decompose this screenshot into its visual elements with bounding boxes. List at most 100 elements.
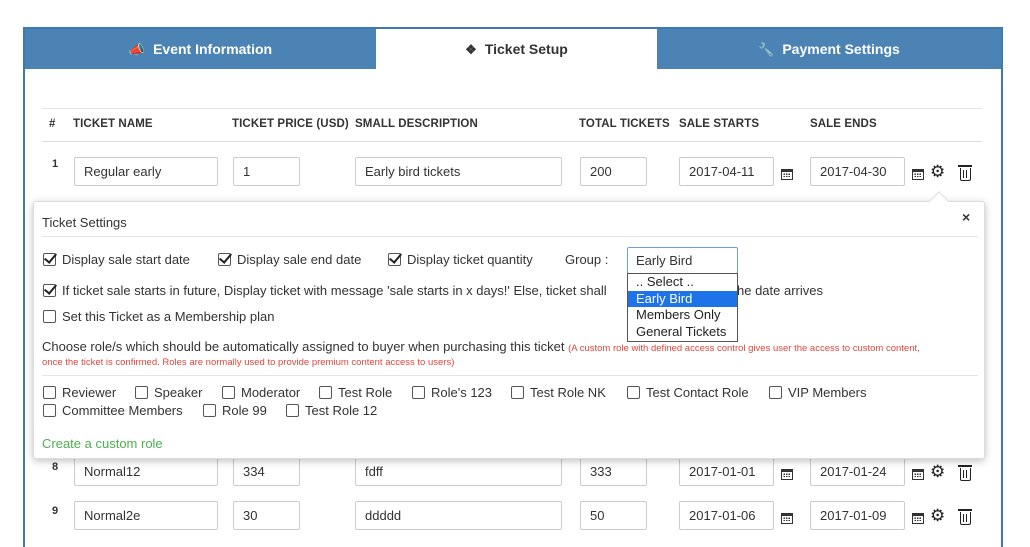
role-checkbox-test-role-nk[interactable]	[511, 386, 524, 399]
trash-icon[interactable]	[958, 465, 972, 481]
divider	[42, 375, 978, 376]
group-option[interactable]: Members Only	[628, 307, 737, 324]
role-label: Speaker	[154, 385, 203, 400]
calendar-icon[interactable]	[781, 513, 793, 524]
close-icon[interactable]: ×	[962, 209, 970, 225]
row-number: 1	[52, 158, 59, 170]
ticket-price-input[interactable]: 30	[233, 501, 300, 530]
col-header-ticket-name: TICKET NAME	[73, 118, 153, 130]
group-option[interactable]: General Tickets	[628, 324, 737, 341]
row-number: 9	[52, 505, 59, 517]
gear-icon[interactable]: ⚙	[930, 163, 945, 180]
display-start-checkbox[interactable]	[43, 253, 56, 266]
display-quantity-checkbox[interactable]	[388, 253, 401, 266]
group-select[interactable]: Early Bird	[627, 247, 738, 274]
ticket-name-input[interactable]: Normal2e	[74, 501, 218, 530]
description-input[interactable]: ddddd	[355, 501, 562, 530]
future-message-label: If ticket sale starts in future, Display…	[62, 283, 607, 298]
tab-event-information[interactable]: 📣 Event Information	[25, 29, 376, 69]
roles-intro: Choose role/s which should be automatica…	[42, 339, 920, 354]
membership-checkbox[interactable]	[43, 310, 56, 323]
display-end-checkbox[interactable]	[218, 253, 231, 266]
gear-icon[interactable]: ⚙	[930, 507, 945, 524]
display-quantity-label: Display ticket quantity	[407, 252, 533, 267]
tab-label: Event Information	[153, 41, 273, 57]
sale-end-input[interactable]: 2017-04-30	[810, 157, 905, 186]
group-option[interactable]: .. Select ..	[628, 274, 737, 291]
group-option-selected[interactable]: Early Bird	[628, 290, 737, 307]
role-label: Reviewer	[62, 385, 117, 400]
role-checkbox-roles-123[interactable]	[412, 386, 425, 399]
popup-title: Ticket Settings	[42, 215, 127, 230]
role-label: Test Role	[338, 385, 393, 400]
tab-payment-settings[interactable]: 🔧 Payment Settings	[657, 29, 1001, 69]
total-tickets-input[interactable]: 200	[580, 157, 647, 186]
role-label: Test Contact Role	[646, 385, 749, 400]
sale-end-input[interactable]: 2017-01-09	[810, 501, 905, 530]
role-label: Test Role NK	[530, 385, 606, 400]
group-label: Group :	[565, 252, 609, 267]
col-header-sale-starts: SALE STARTS	[679, 118, 760, 130]
ticket-name-input[interactable]: Normal12	[74, 457, 218, 486]
role-label: VIP Members	[788, 385, 867, 400]
total-tickets-input[interactable]: 50	[580, 501, 647, 530]
bullhorn-icon: 📣	[128, 42, 146, 57]
role-checkbox-moderator[interactable]	[222, 386, 235, 399]
role-label: Committee Members	[62, 403, 183, 418]
display-end-label: Display sale end date	[237, 252, 362, 267]
group-dropdown: .. Select .. Early Bird Members Only Gen…	[627, 273, 738, 342]
future-message-label-end: he date arrives	[737, 283, 823, 298]
role-checkbox-vip-members[interactable]	[769, 386, 782, 399]
divider	[42, 236, 978, 237]
sale-start-input[interactable]: 2017-01-06	[679, 501, 774, 530]
trash-icon[interactable]	[958, 509, 972, 525]
col-header-number: #	[49, 118, 56, 130]
roles-note: (A custom role with defined access contr…	[568, 343, 920, 354]
trash-icon[interactable]	[958, 165, 972, 181]
role-label: Role 99	[222, 403, 267, 418]
role-checkbox-reviewer[interactable]	[43, 386, 56, 399]
sale-start-input[interactable]: 2017-04-11	[679, 157, 774, 186]
role-label: Role's 123	[431, 385, 493, 400]
create-custom-role-link[interactable]: Create a custom role	[42, 436, 163, 451]
tab-label: Ticket Setup	[484, 41, 568, 57]
calendar-icon[interactable]	[912, 169, 924, 180]
tab-bar: 📣 Event Information ❖ Ticket Setup 🔧 Paymen…	[25, 29, 1001, 69]
role-checkbox-test-role-12[interactable]	[286, 404, 299, 417]
ticket-icon: ❖	[465, 42, 477, 57]
row-number: 8	[52, 461, 59, 473]
calendar-icon[interactable]	[912, 469, 924, 480]
membership-label: Set this Ticket as a Membership plan	[62, 309, 275, 324]
col-header-sale-ends: SALE ENDS	[810, 118, 877, 130]
role-label: Moderator	[241, 385, 301, 400]
roles-intro-text: Choose role/s which should be automatica…	[42, 339, 565, 354]
description-input[interactable]: Early bird tickets	[355, 157, 562, 186]
role-checkbox-test-contact-role[interactable]	[627, 386, 640, 399]
tab-ticket-setup[interactable]: ❖ Ticket Setup	[376, 29, 657, 69]
sale-end-input[interactable]: 2017-01-24	[810, 457, 905, 486]
display-start-label: Display sale start date	[62, 252, 190, 267]
calendar-icon[interactable]	[781, 469, 793, 480]
role-checkbox-speaker[interactable]	[135, 386, 148, 399]
gear-icon[interactable]: ⚙	[930, 463, 945, 480]
col-header-ticket-price: TICKET PRICE (USD)	[232, 118, 349, 130]
ticket-price-input[interactable]: 1	[233, 157, 300, 186]
ticket-name-input[interactable]: Regular early	[74, 157, 218, 186]
col-header-description: SMALL DESCRIPTION	[355, 118, 478, 130]
sale-start-input[interactable]: 2017-01-01	[679, 457, 774, 486]
calendar-icon[interactable]	[912, 513, 924, 524]
col-header-total-tickets: TOTAL TICKETS	[579, 118, 670, 130]
future-message-checkbox[interactable]	[43, 284, 56, 297]
total-tickets-input[interactable]: 333	[580, 457, 647, 486]
role-checkbox-committee-members[interactable]	[43, 404, 56, 417]
roles-note-continued: once the ticket is confirmed. Roles are …	[42, 357, 455, 368]
wrench-icon: 🔧	[758, 42, 775, 57]
role-label: Test Role 12	[305, 403, 378, 418]
role-checkbox-test-role[interactable]	[319, 386, 332, 399]
calendar-icon[interactable]	[781, 169, 793, 180]
ticket-settings-popup: Ticket Settings × Display sale start dat…	[33, 191, 985, 459]
description-input[interactable]: fdff	[355, 457, 562, 486]
role-checkbox-role-99[interactable]	[203, 404, 216, 417]
tab-label: Payment Settings	[782, 41, 900, 57]
ticket-price-input[interactable]: 334	[233, 457, 300, 486]
